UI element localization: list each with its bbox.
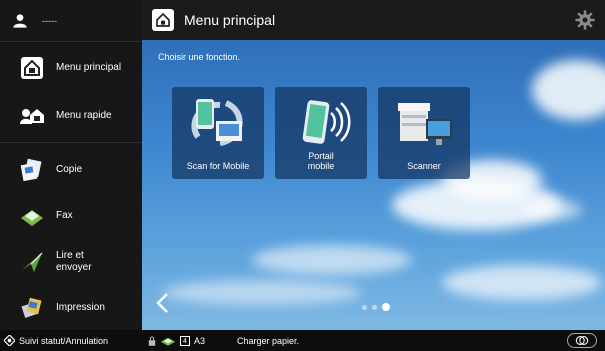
scanner-icon bbox=[398, 103, 452, 145]
paper-tray-number: 4 bbox=[180, 335, 190, 346]
tile-scan-for-mobile[interactable]: Scan for Mobile bbox=[172, 87, 264, 179]
sidebar-item-print[interactable]: Impression bbox=[0, 285, 142, 331]
status-monitor-icon bbox=[4, 335, 15, 346]
user-icon bbox=[13, 13, 27, 28]
sidebar-item-label: Copie bbox=[56, 164, 83, 175]
tile-scanner[interactable]: Scanner bbox=[378, 87, 470, 179]
copy-icon bbox=[20, 158, 42, 182]
paper-size: A3 bbox=[194, 335, 206, 346]
home-icon bbox=[21, 57, 43, 79]
sidebar-item-label: Impression bbox=[56, 302, 105, 313]
sidebar-item-label: Menu rapide bbox=[56, 110, 112, 121]
paper-tray-icon bbox=[160, 337, 176, 346]
sidebar-item-copy[interactable]: Copie bbox=[0, 147, 142, 193]
page-indicator bbox=[362, 303, 390, 311]
previous-page-arrow-icon[interactable] bbox=[154, 292, 170, 314]
help-button[interactable] bbox=[567, 333, 597, 348]
sidebar-item-main-menu[interactable]: Menu principal bbox=[0, 42, 142, 94]
page-dot bbox=[372, 304, 377, 310]
page-dot-active bbox=[382, 303, 390, 311]
user-name: ----- bbox=[42, 15, 57, 26]
tile-label: Scanner bbox=[407, 161, 441, 171]
instruction-text: Choisir une fonction. bbox=[158, 52, 241, 62]
cloud-decoration bbox=[162, 280, 362, 305]
tile-mobile-portal[interactable]: Portail mobile bbox=[275, 87, 367, 179]
status-bar: Suivi statut/Annulation 4 A3 Charger pap… bbox=[0, 330, 605, 351]
lock-icon bbox=[148, 336, 156, 346]
sidebar-item-fax[interactable]: Fax bbox=[0, 193, 142, 239]
page-dot bbox=[362, 304, 367, 310]
sidebar-item-scan-send[interactable]: Lire et envoyer bbox=[0, 239, 142, 285]
sidebar-item-label: Lire et envoyer bbox=[56, 250, 92, 273]
paper-status: 4 A3 Charger papier. bbox=[148, 335, 300, 346]
cloud-decoration bbox=[252, 245, 412, 275]
sidebar: ----- Menu principal Menu rapide Copie F… bbox=[0, 0, 142, 330]
job-status-label: Suivi statut/Annulation bbox=[19, 335, 109, 346]
home-icon bbox=[152, 9, 174, 31]
job-status-button[interactable]: Suivi statut/Annulation bbox=[0, 330, 142, 351]
scan-for-mobile-icon bbox=[191, 99, 243, 146]
header-bar: Menu principal bbox=[142, 0, 605, 40]
cloud-decoration bbox=[532, 60, 605, 120]
print-icon bbox=[21, 297, 42, 318]
help-icon bbox=[575, 336, 589, 345]
status-message: Charger papier. bbox=[237, 335, 300, 346]
sidebar-item-quick-menu[interactable]: Menu rapide bbox=[0, 94, 142, 138]
mobile-portal-icon bbox=[302, 100, 351, 144]
quick-menu-icon bbox=[20, 109, 44, 124]
sidebar-item-label: Fax bbox=[56, 210, 73, 221]
sidebar-item-label: Menu principal bbox=[56, 62, 122, 73]
gear-icon[interactable] bbox=[575, 10, 595, 30]
function-area: Choisir une fonction. Scan for Mobile Po… bbox=[142, 40, 605, 330]
scan-send-icon bbox=[22, 252, 43, 272]
cloud-decoration bbox=[522, 200, 582, 220]
tile-label: Scan for Mobile bbox=[186, 161, 250, 171]
sidebar-divider bbox=[0, 142, 142, 143]
user-area[interactable]: ----- bbox=[0, 0, 142, 42]
cloud-decoration bbox=[442, 265, 602, 300]
tile-label: Portail mobile bbox=[307, 151, 335, 171]
fax-icon bbox=[21, 210, 43, 226]
page-title: Menu principal bbox=[184, 12, 276, 28]
